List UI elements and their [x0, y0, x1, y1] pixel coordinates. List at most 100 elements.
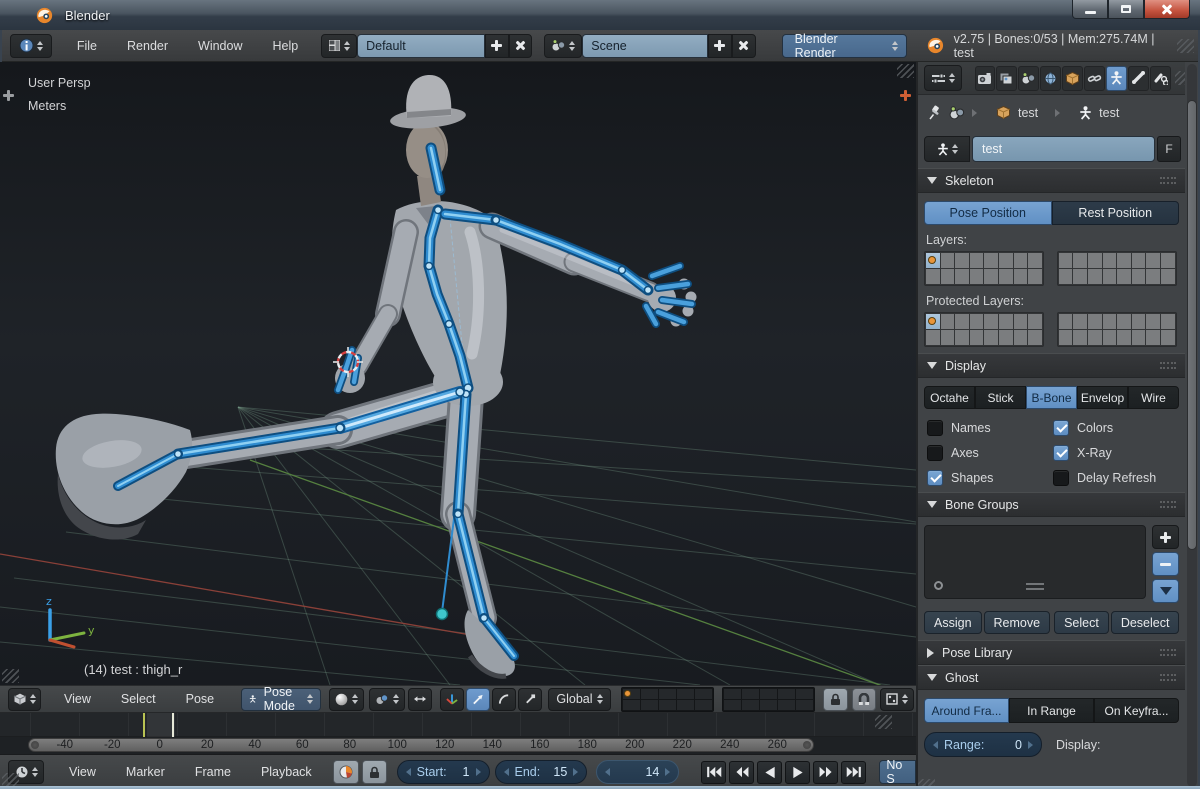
layers-block-1[interactable] — [621, 687, 714, 712]
layer-cell[interactable] — [970, 269, 984, 284]
jump-to-start-button[interactable] — [701, 761, 726, 784]
id-type-button[interactable] — [924, 136, 970, 162]
shapes-checkbox[interactable] — [927, 470, 943, 486]
corner-grip[interactable] — [2, 773, 19, 787]
layer-cell[interactable] — [1161, 314, 1175, 329]
layer-cell[interactable] — [926, 253, 940, 268]
layer-cell[interactable] — [1161, 330, 1175, 345]
armature-name-field[interactable]: test — [972, 136, 1155, 162]
layer-cell[interactable] — [695, 689, 712, 699]
3d-scene[interactable]: z y — [0, 62, 916, 685]
ghost-on-keyframe-button[interactable]: On Keyfra... — [1094, 698, 1179, 723]
layer-cell[interactable] — [1088, 269, 1102, 284]
layer-cell[interactable] — [955, 330, 969, 345]
layer-cell[interactable] — [1014, 330, 1028, 345]
layer-cell[interactable] — [1103, 330, 1117, 345]
scale-manipulator-button[interactable] — [518, 688, 542, 711]
layer-cell[interactable] — [984, 330, 998, 345]
layer-cell[interactable] — [1073, 330, 1087, 345]
deselect-button[interactable]: Deselect — [1111, 611, 1180, 634]
layer-cell[interactable] — [1117, 269, 1131, 284]
properties-editor-type-button[interactable] — [924, 65, 962, 91]
menu-marker[interactable]: Marker — [111, 765, 180, 779]
layer-cell[interactable] — [742, 689, 759, 699]
delay-refresh-checkbox[interactable] — [1053, 470, 1069, 486]
layer-cell[interactable] — [1132, 269, 1146, 284]
decrement-icon[interactable] — [504, 768, 509, 776]
layer-cell[interactable] — [1059, 269, 1073, 284]
panel-drag-dots-icon[interactable] — [1160, 649, 1176, 656]
corner-grip[interactable] — [897, 64, 914, 78]
previous-keyframe-button[interactable] — [729, 761, 754, 784]
layer-cell[interactable] — [1132, 314, 1146, 329]
rest-position-button[interactable]: Rest Position — [1052, 201, 1180, 225]
tab-armature-data[interactable] — [1106, 66, 1127, 91]
corner-grip[interactable] — [2, 669, 19, 683]
minimize-button[interactable] — [1072, 0, 1108, 19]
layer-cell[interactable] — [742, 700, 759, 710]
menu-window[interactable]: Window — [183, 39, 257, 53]
bone-group-specials-button[interactable] — [1152, 579, 1179, 603]
layer-cell[interactable] — [941, 314, 955, 329]
layer-cell[interactable] — [641, 689, 658, 699]
menu-view[interactable]: View — [49, 692, 106, 706]
layer-cell[interactable] — [955, 314, 969, 329]
pose-library-panel-header[interactable]: Pose Library — [918, 640, 1185, 665]
layer-cell[interactable] — [1146, 253, 1160, 268]
layer-cell[interactable] — [796, 689, 813, 699]
decrement-icon[interactable] — [933, 741, 938, 749]
manipulator-center-button[interactable] — [408, 688, 432, 711]
layer-cell[interactable] — [1132, 330, 1146, 345]
scene-icon[interactable] — [949, 106, 965, 120]
display-panel-header[interactable]: Display — [918, 353, 1185, 378]
layer-cell[interactable] — [970, 314, 984, 329]
fake-user-button[interactable]: F — [1157, 136, 1181, 162]
manipulator-toggle-button[interactable] — [440, 688, 464, 711]
delete-layout-button[interactable] — [509, 34, 533, 58]
layer-cell[interactable] — [1146, 330, 1160, 345]
layer-cell[interactable] — [1073, 253, 1087, 268]
3d-viewport[interactable]: z y User Persp Meters (14) test : thigh_… — [0, 62, 916, 685]
layer-cell[interactable] — [1088, 330, 1102, 345]
start-frame-field[interactable]: Start: 1 — [397, 760, 490, 784]
pin-icon[interactable] — [928, 105, 942, 120]
protected-layers-widget[interactable] — [924, 312, 1179, 347]
layer-cell[interactable] — [1014, 314, 1028, 329]
object-cube-icon[interactable] — [996, 106, 1011, 119]
display-mode-wire[interactable]: Wire — [1128, 386, 1179, 409]
layer-cell[interactable] — [1103, 253, 1117, 268]
corner-grip[interactable] — [875, 715, 892, 729]
layer-cell[interactable] — [1014, 269, 1028, 284]
layer-cell[interactable] — [1028, 269, 1042, 284]
keying-lock-button[interactable] — [362, 760, 387, 784]
layer-cell[interactable] — [984, 314, 998, 329]
layer-cell[interactable] — [1088, 314, 1102, 329]
layer-cell[interactable] — [999, 269, 1013, 284]
layers-block-2[interactable] — [722, 687, 815, 712]
resize-grab-icon[interactable] — [1026, 583, 1044, 590]
layer-cell[interactable] — [1059, 314, 1073, 329]
screen-layout-field[interactable]: Default — [357, 34, 485, 58]
decrement-icon[interactable] — [605, 768, 610, 776]
tab-render[interactable] — [975, 66, 996, 91]
layer-cell[interactable] — [1014, 253, 1028, 268]
layer-cell[interactable] — [1132, 253, 1146, 268]
layer-cell[interactable] — [724, 689, 741, 699]
layer-cell[interactable] — [1059, 330, 1073, 345]
corner-grip[interactable] — [1175, 71, 1185, 85]
layer-cell[interactable] — [926, 314, 940, 329]
current-frame-field[interactable]: 14 — [596, 760, 679, 784]
skeleton-panel-header[interactable]: Skeleton — [918, 168, 1185, 193]
layer-cell[interactable] — [955, 269, 969, 284]
layer-cell[interactable] — [1073, 269, 1087, 284]
xray-checkbox[interactable] — [1053, 445, 1069, 461]
ghost-range-field[interactable]: Range: 0 — [924, 732, 1042, 757]
layer-cell[interactable] — [677, 700, 694, 710]
layer-cell[interactable] — [641, 700, 658, 710]
menu-render[interactable]: Render — [112, 39, 183, 53]
layer-cell[interactable] — [1103, 314, 1117, 329]
panel-drag-dots-icon[interactable] — [1160, 501, 1176, 508]
render-engine-dropdown[interactable]: Blender Render — [782, 34, 907, 58]
timeline-tracks[interactable] — [0, 713, 916, 737]
expand-region-icon[interactable] — [900, 90, 911, 101]
